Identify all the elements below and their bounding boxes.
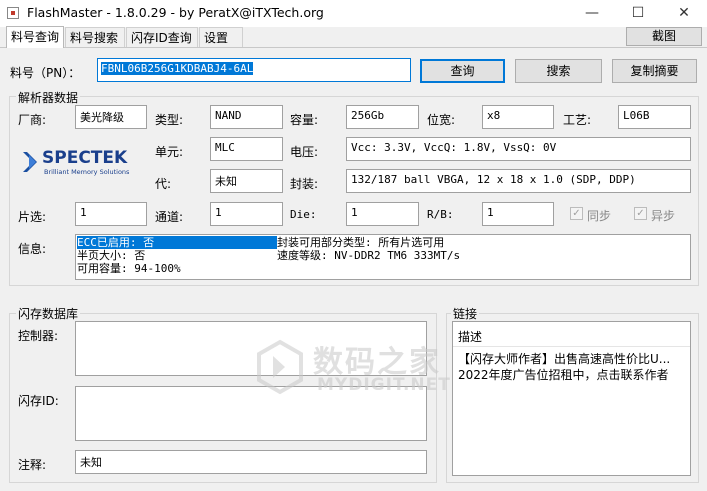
info-speed-grade: 速度等级: NV-DDR2 TM6 333MT/s — [277, 249, 461, 262]
process-label: 工艺: — [563, 113, 592, 127]
info-halfpage: 半页大小: 否 — [77, 249, 146, 262]
type-field[interactable]: NAND — [210, 105, 283, 129]
info-ecc: ECC已启用: 否 — [77, 236, 277, 249]
maximize-button[interactable]: ☐ — [615, 0, 661, 27]
capacity-label: 容量: — [290, 113, 319, 127]
screenshot-button[interactable]: 截图 — [626, 27, 702, 46]
async-checkbox[interactable]: ✓ — [634, 207, 647, 220]
cell-label: 单元: — [155, 145, 184, 159]
info-usable-capacity: 可用容量: 94-100% — [77, 262, 181, 275]
close-button[interactable]: ✕ — [661, 0, 707, 27]
tab-settings[interactable]: 设置 — [199, 27, 243, 47]
package-field[interactable]: 132/187 ball VBGA, 12 x 18 x 1.0 (SDP, D… — [346, 169, 691, 193]
gen-label: 代: — [155, 177, 172, 191]
logo-tagline: Brilliant Memory Solutions — [44, 168, 130, 176]
vendor-logo: SPECTEK Brilliant Memory Solutions — [20, 146, 145, 180]
gen-field[interactable]: 未知 — [210, 169, 283, 193]
voltage-label: 电压: — [290, 145, 319, 159]
info-box[interactable]: ECC已启用: 否 半页大小: 否 可用容量: 94-100% 封装可用部分类型… — [75, 234, 691, 280]
links-group-title: 链接 — [451, 305, 480, 322]
rb-label: R/B: — [427, 208, 454, 221]
link-item[interactable]: 【闪存大师作者】出售高速高性价比U... — [458, 350, 683, 367]
cell-field[interactable]: MLC — [210, 137, 283, 161]
vendor-label: 厂商: — [18, 113, 47, 127]
links-list-header: 描述 — [458, 330, 483, 344]
width-label: 位宽: — [427, 113, 456, 127]
process-field[interactable]: L06B — [618, 105, 691, 129]
tab-pn-query[interactable]: 料号查询 — [6, 26, 64, 48]
voltage-field[interactable]: Vcc: 3.3V, VccQ: 1.8V, VssQ: 0V — [346, 137, 691, 161]
pn-input-value: FBNL06B256G1KDBABJ4-6AL — [101, 62, 254, 75]
sync-label: 同步 — [587, 209, 612, 223]
search-button[interactable]: 搜索 — [515, 59, 602, 83]
vendor-field[interactable]: 美光降级 — [75, 105, 147, 129]
controller-label: 控制器: — [18, 329, 59, 343]
type-label: 类型: — [155, 113, 184, 127]
minimize-button[interactable]: — — [569, 0, 615, 27]
pn-input[interactable]: FBNL06B256G1KDBABJ4-6AL — [97, 58, 411, 82]
die-label: Die: — [290, 208, 317, 221]
copy-summary-button[interactable]: 复制摘要 — [612, 59, 697, 83]
ce-field[interactable]: 1 — [75, 202, 147, 226]
flashdb-group-title: 闪存数据库 — [16, 305, 81, 322]
ce-label: 片选: — [18, 210, 47, 224]
app-icon — [7, 7, 19, 19]
sync-checkbox[interactable]: ✓ — [570, 207, 583, 220]
decoder-group-title: 解析器数据 — [16, 89, 81, 106]
info-package-parts: 封装可用部分类型: 所有片选可用 — [277, 236, 445, 249]
query-button[interactable]: 查询 — [420, 59, 505, 83]
window-title: FlashMaster - 1.8.0.29 - by PeratX@iTXTe… — [27, 5, 324, 20]
pn-label: 料号（PN）： — [10, 66, 81, 80]
links-list[interactable]: 描述 【闪存大师作者】出售高速高性价比U... 2022年度广告位招租中，点击联… — [452, 321, 691, 476]
note-label: 注释: — [18, 458, 47, 472]
tab-flashid-query[interactable]: 闪存ID查询 — [126, 27, 198, 47]
tab-pn-search[interactable]: 料号搜索 — [65, 27, 125, 47]
links-header-divider — [453, 346, 690, 347]
flashid-field[interactable] — [75, 386, 427, 441]
logo-text: SPECTEK — [42, 148, 128, 168]
link-item[interactable]: 2022年度广告位招租中，点击联系作者 — [458, 366, 669, 383]
channel-label: 通道: — [155, 210, 184, 224]
capacity-field[interactable]: 256Gb — [346, 105, 419, 129]
controller-field[interactable] — [75, 321, 427, 376]
note-field[interactable]: 未知 — [75, 450, 427, 474]
flashid-label: 闪存ID: — [18, 394, 59, 408]
package-label: 封装: — [290, 177, 319, 191]
rb-field[interactable]: 1 — [482, 202, 554, 226]
width-field[interactable]: x8 — [482, 105, 554, 129]
info-label: 信息: — [18, 242, 47, 256]
die-field[interactable]: 1 — [346, 202, 419, 226]
channel-field[interactable]: 1 — [210, 202, 283, 226]
async-label: 异步 — [651, 209, 676, 223]
